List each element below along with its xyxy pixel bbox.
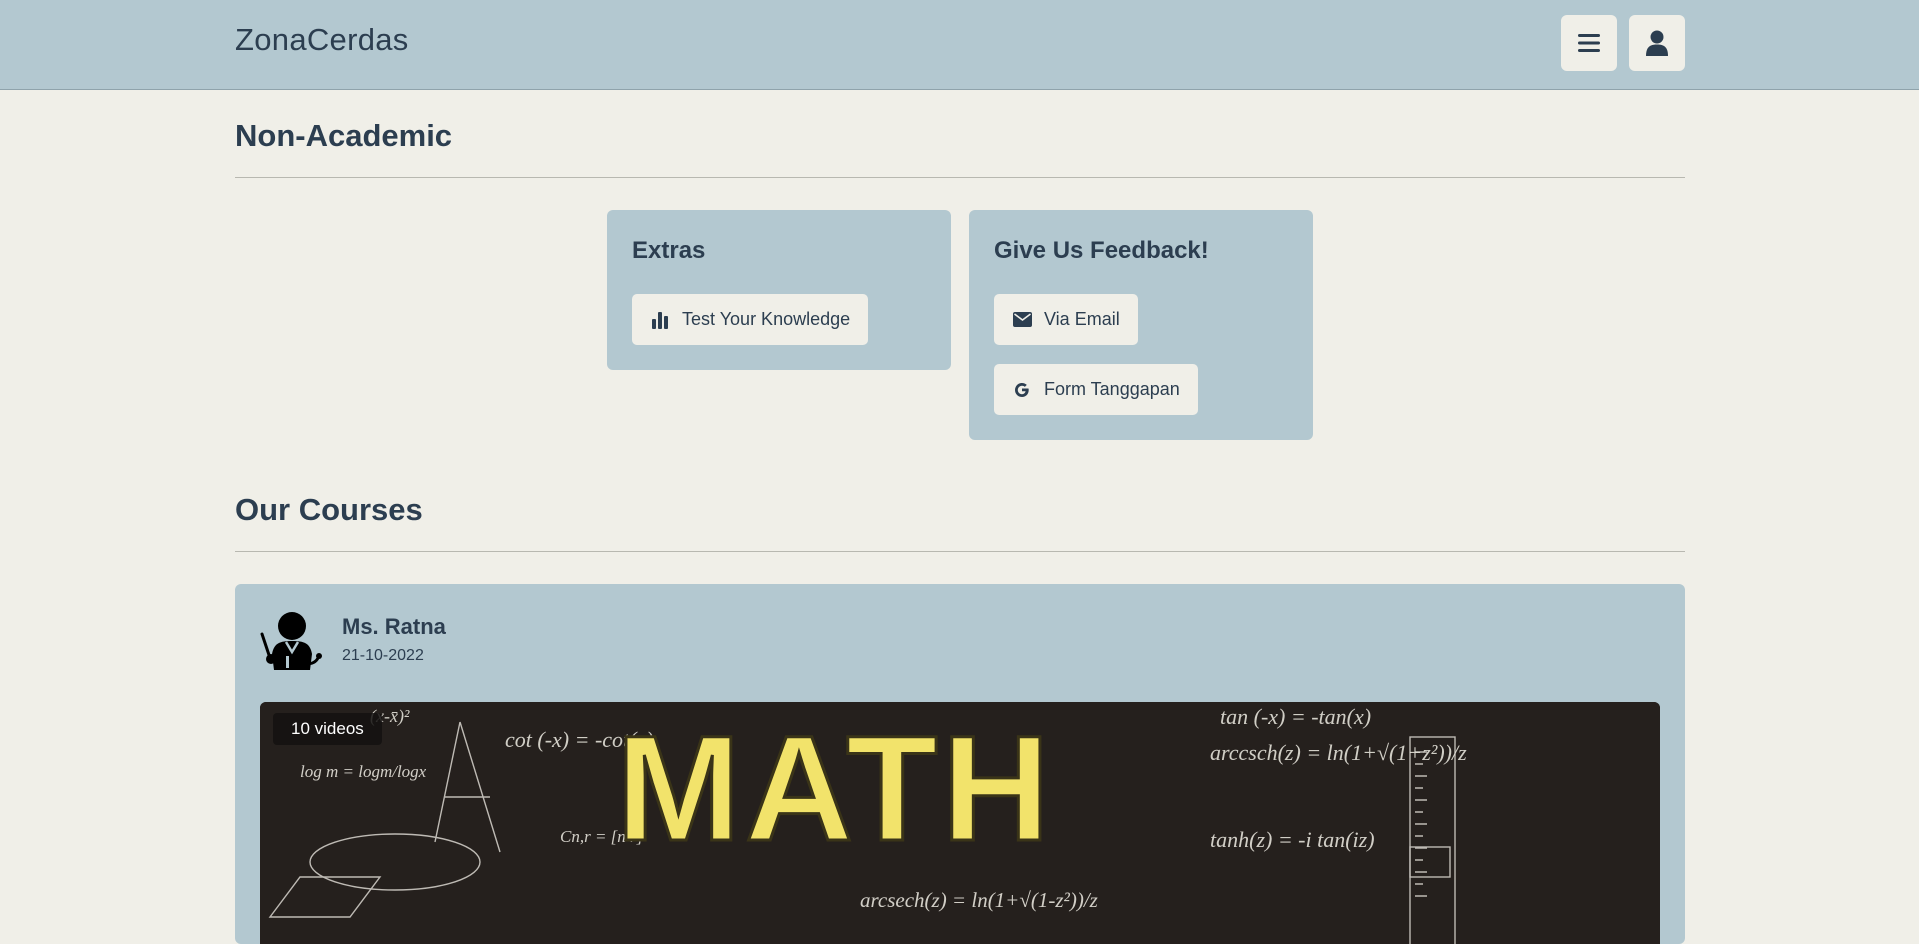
feedback-card-title: Give Us Feedback!	[994, 237, 1209, 264]
section-title-non-academic: Non-Academic	[235, 118, 453, 153]
section-title-our-courses: Our Courses	[235, 492, 423, 527]
form-tanggapan-button[interactable]: Form Tanggapan	[994, 364, 1198, 415]
formula-text: log m = logm/logx	[300, 762, 427, 781]
formula-text: tan (-x) = -tan(x)	[1220, 704, 1371, 729]
google-icon	[1012, 380, 1032, 400]
button-label: Form Tanggapan	[1044, 379, 1180, 399]
extras-card: Extras Test Your Knowledge	[607, 210, 951, 370]
feedback-card: Give Us Feedback! Via Email Form Tanggap…	[969, 210, 1313, 440]
course-thumbnail[interactable]: cot (-x) = -cot(x) tan (-x) = -tan(x) ar…	[260, 702, 1660, 944]
formula-text: tanh(z) = -i tan(iz)	[1210, 827, 1375, 852]
teacher-avatar-icon	[260, 612, 322, 670]
bar-chart-icon	[650, 310, 670, 330]
course-date: 21-10-2022	[342, 647, 424, 664]
divider	[235, 177, 1685, 178]
course-card[interactable]: Ms. Ratna 21-10-2022 cot (-x) = -cot(x) …	[235, 584, 1685, 944]
formula-text: arccsch(z) = ln(1+√(1+z²))/z	[1210, 740, 1467, 765]
test-your-knowledge-button[interactable]: Test Your Knowledge	[632, 294, 869, 345]
divider	[235, 551, 1685, 552]
teacher-name: Ms. Ratna	[342, 614, 446, 639]
via-email-button[interactable]: Via Email	[994, 294, 1138, 345]
chalkboard-image: cot (-x) = -cot(x) tan (-x) = -tan(x) ar…	[260, 702, 1660, 944]
video-count-badge: 10 videos	[273, 713, 382, 745]
math-title-text: MATH	[616, 704, 1054, 872]
user-button[interactable]	[1629, 15, 1685, 71]
extras-card-title: Extras	[632, 237, 706, 264]
button-label: Test Your Knowledge	[682, 309, 851, 329]
hamburger-icon	[1578, 34, 1600, 52]
menu-button[interactable]	[1561, 15, 1617, 71]
brand-logo[interactable]: ZonaCerdas	[235, 22, 409, 58]
navbar: ZonaCerdas	[0, 0, 1919, 90]
envelope-icon	[1012, 310, 1032, 330]
formula-text: arcsech(z) = ln(1+√(1-z²))/z	[860, 888, 1098, 912]
button-label: Via Email	[1044, 309, 1120, 329]
user-icon	[1646, 30, 1668, 56]
